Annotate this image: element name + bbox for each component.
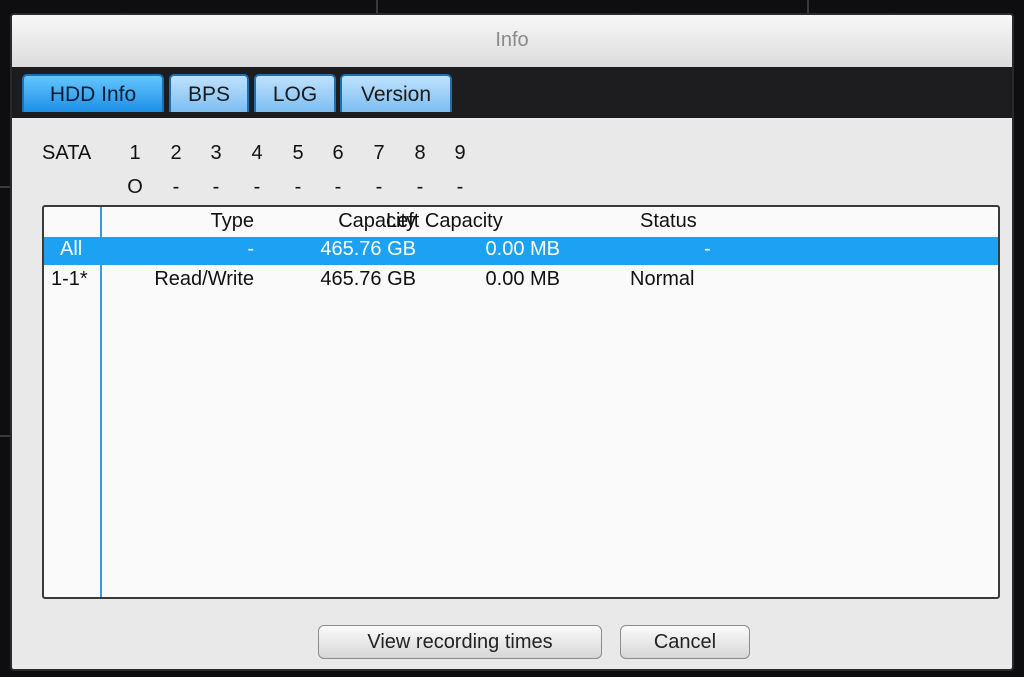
- sata-channel-number: 3: [210, 142, 222, 164]
- info-dialog: Info HDD Info BPS LOG Version SATA 1 2 3…: [10, 13, 1014, 671]
- table-header: Type Capacity Left Capacity Status: [44, 209, 998, 237]
- tab-version[interactable]: Version: [340, 74, 452, 112]
- background-line: [807, 0, 809, 13]
- row-left-capacity: 0.00 MB: [485, 238, 560, 260]
- dialog-title: Info: [495, 29, 529, 51]
- sata-channel-number: 4: [251, 142, 263, 164]
- sata-channel-state: O: [127, 176, 143, 198]
- row-capacity: 465.76 GB: [320, 238, 416, 260]
- sata-channel-state: -: [334, 176, 342, 198]
- background-line: [0, 435, 10, 437]
- tab-log[interactable]: LOG: [254, 74, 336, 112]
- row-left-capacity: 0.00 MB: [485, 268, 560, 290]
- header-type: Type: [210, 210, 254, 232]
- header-left-capacity: Left Capacity: [386, 210, 503, 232]
- sata-channel-number: 5: [292, 142, 304, 164]
- row-id: 1-1*: [51, 268, 88, 290]
- hdd-table[interactable]: Type Capacity Left Capacity Status All -…: [42, 205, 1000, 599]
- sata-channel-number: 7: [373, 142, 385, 164]
- sata-channel-state: -: [416, 176, 424, 198]
- sata-channel-state: -: [456, 176, 464, 198]
- sata-channel-number: 1: [129, 142, 141, 164]
- sata-channel-state: -: [172, 176, 180, 198]
- tab-bar: HDD Info BPS LOG Version: [12, 67, 1012, 118]
- sata-state-row: O - - - - - - - -: [12, 176, 612, 202]
- column-divider: [100, 207, 102, 597]
- sata-channel-state: -: [212, 176, 220, 198]
- header-status: Status: [640, 210, 697, 232]
- row-status: -: [704, 238, 711, 260]
- background-line: [376, 0, 378, 13]
- sata-channel-number: 2: [170, 142, 182, 164]
- table-row[interactable]: 1-1* Read/Write 465.76 GB 0.00 MB Normal: [44, 267, 998, 295]
- sata-channel-state: -: [294, 176, 302, 198]
- sata-channel-number: 8: [414, 142, 426, 164]
- sata-channel-state: -: [375, 176, 383, 198]
- sata-channel-number: 6: [332, 142, 344, 164]
- tab-hdd-info[interactable]: HDD Info: [22, 74, 164, 112]
- row-type: Read/Write: [154, 268, 254, 290]
- tab-bps[interactable]: BPS: [169, 74, 249, 112]
- sata-label: SATA: [42, 142, 92, 164]
- sata-channel-state: -: [253, 176, 261, 198]
- title-bar[interactable]: Info: [12, 15, 1012, 68]
- row-type: -: [247, 238, 254, 260]
- table-row[interactable]: All - 465.76 GB 0.00 MB -: [44, 237, 998, 265]
- row-status: Normal: [630, 268, 695, 290]
- sata-number-row: SATA 1 2 3 4 5 6 7 8 9: [12, 142, 612, 168]
- background-line: [0, 186, 10, 188]
- view-recording-times-button[interactable]: View recording times: [318, 625, 602, 659]
- row-id: All: [60, 238, 83, 260]
- cancel-button[interactable]: Cancel: [620, 625, 750, 659]
- row-capacity: 465.76 GB: [320, 268, 416, 290]
- sata-channel-number: 9: [454, 142, 466, 164]
